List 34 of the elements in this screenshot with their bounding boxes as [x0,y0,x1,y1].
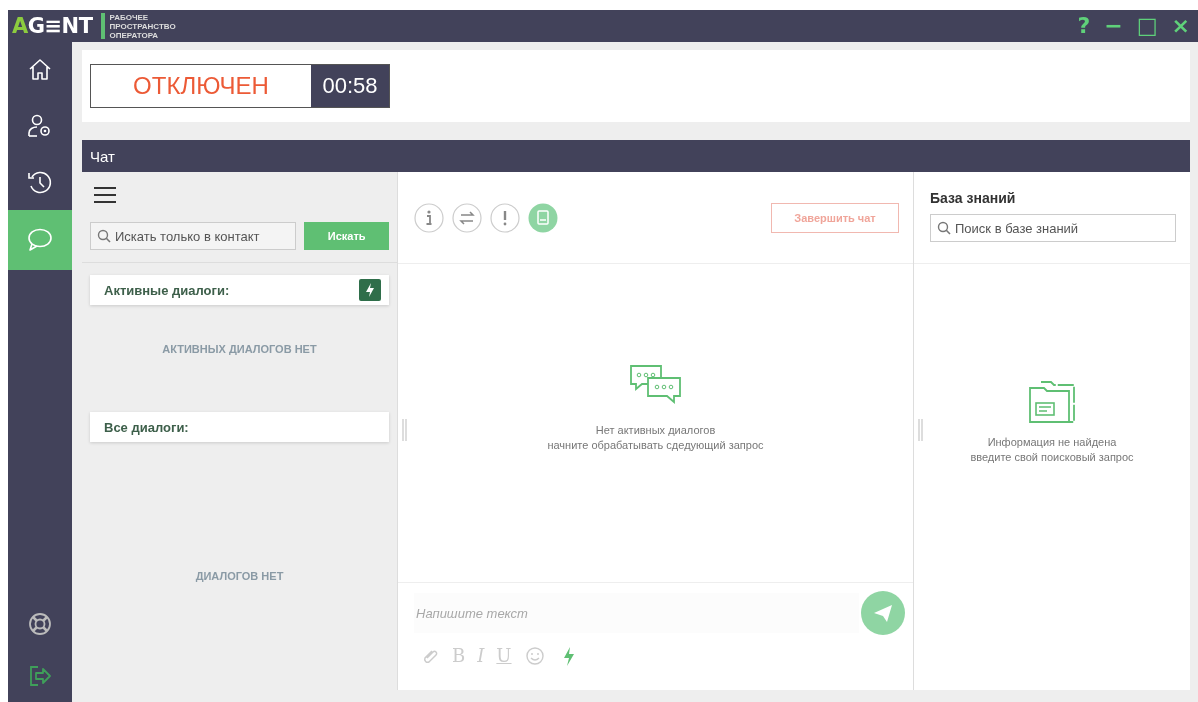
menu-icon[interactable] [94,186,116,204]
status-label: ОТКЛЮЧЕН [132,71,270,101]
maximize-button[interactable]: □ [1132,12,1162,40]
logo-subtitle: РАБОЧЕЕ ПРОСТРАНСТВО ОПЕРАТОРА [109,12,176,40]
lifebuoy-icon[interactable] [26,610,54,638]
splitter-handle[interactable] [918,419,923,441]
speech-bubble-icon [26,226,54,254]
close-button[interactable]: × [1167,12,1194,40]
info-icon[interactable] [414,202,444,233]
search-field[interactable]: Искать только в контакт [90,222,297,250]
empty-message: Информация не найдена введите свой поисковый запрос [970,435,1134,465]
status-timer: 00:58 [311,65,389,107]
empty-message: Нет активных диалогов начните обрабатывать сдедующий запрос [547,423,764,453]
search-field[interactable]: Поиск в базе знаний [930,214,1176,242]
section-title: Все диалоги: [104,419,189,435]
help-button[interactable]: ? [1073,12,1095,40]
book-icon[interactable] [528,202,558,233]
search-icon [97,229,111,243]
splitter-handle[interactable] [402,419,407,441]
smiley-icon[interactable] [523,645,546,667]
send-button[interactable] [861,591,905,635]
logo: AG≡NT [12,14,93,38]
minimize-button[interactable]: − [1100,12,1127,40]
panel-title: База знаний [930,190,1017,206]
empty-message: ДИАЛОГОВ НЕТ [194,570,285,582]
exclamation-icon[interactable] [490,202,520,233]
lightning-icon[interactable] [359,279,381,301]
swap-arrows-icon[interactable] [452,202,482,233]
folder-icon [1027,379,1077,425]
search-icon [937,221,951,235]
empty-message: АКТИВНЫХ ДИАЛОГОВ НЕТ [161,343,318,355]
chat-header: Чат [82,140,1190,172]
section-title: Активные диалоги: [104,282,230,298]
search-button[interactable]: Искать [304,222,389,250]
